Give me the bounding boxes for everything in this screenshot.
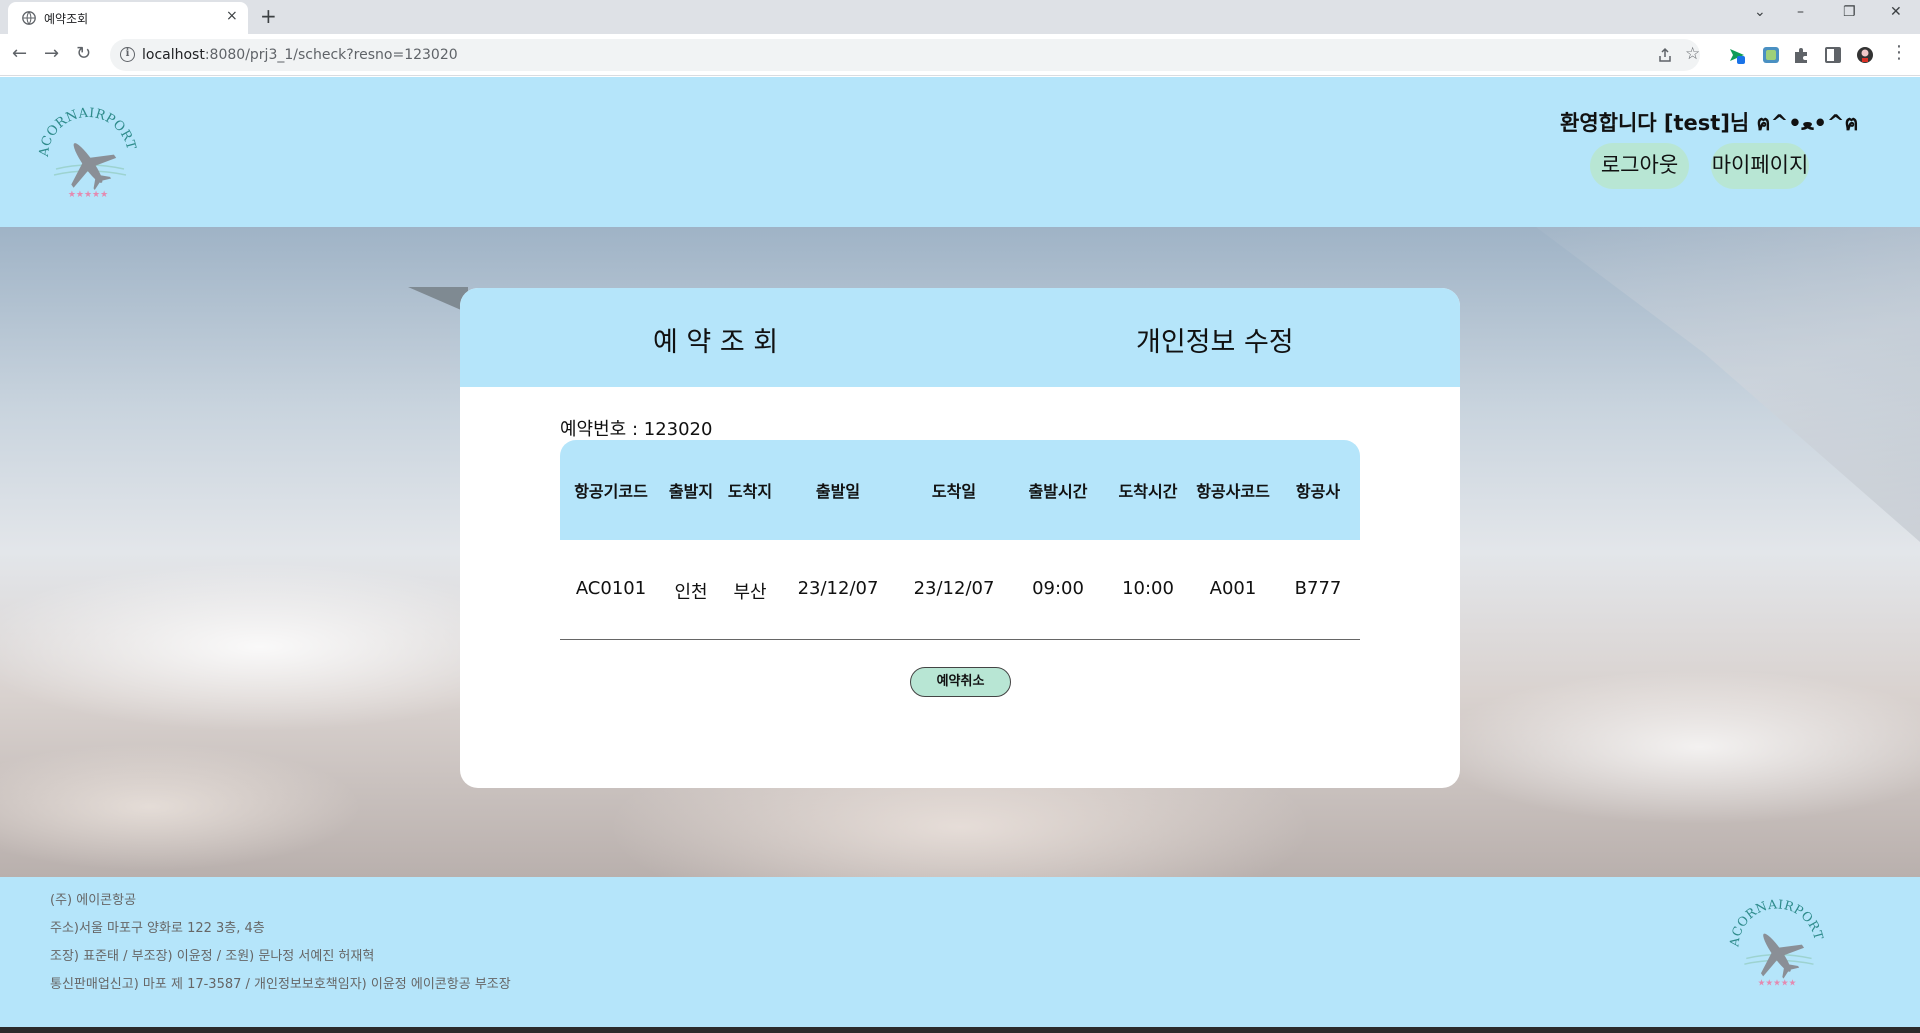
svg-text:ACORNAIRPORT: ACORNAIRPORT [1727, 897, 1827, 948]
send-extension-icon[interactable] [1728, 46, 1746, 64]
column-header: 항공사코드 [1196, 482, 1270, 501]
footer-members: 조장) 표준태 / 부조장) 이윤정 / 조원) 문나정 서예진 허재혁 [50, 949, 375, 964]
menu-kebab-icon[interactable]: ⋮ [1890, 42, 1908, 63]
cancel-reservation-button[interactable]: 예약취소 [910, 667, 1011, 697]
browser-tab-bar: 예약조회 × + ⌄ – ❐ ✕ [0, 0, 1920, 34]
column-header: 출발일 [815, 482, 861, 501]
cell-aircraft-code: AC0101 [575, 578, 647, 599]
profile-avatar-icon[interactable] [1856, 46, 1874, 64]
tab-profile-edit[interactable]: 개인정보 수정 [1136, 320, 1294, 359]
cell-departure-time: 09:00 [1032, 578, 1084, 599]
url-text[interactable]: localhost:8080/prj3_1/scheck?resno=12302… [142, 47, 458, 63]
url-path: :8080/prj3_1/scheck?resno=123020 [204, 47, 458, 63]
footer-address: 주소)서울 마포구 양화로 122 3층, 4층 [50, 921, 265, 936]
site-footer: (주) 에이콘항공 주소)서울 마포구 양화로 122 3층, 4층 조장) 표… [0, 877, 1920, 1027]
browser-tab[interactable]: 예약조회 × [8, 2, 248, 34]
cell-airline: B777 [1294, 578, 1342, 599]
footer-company: (주) 에이콘항공 [50, 893, 137, 908]
cell-arrival: 부산 [733, 582, 767, 603]
reload-icon[interactable]: ↻ [76, 43, 91, 64]
close-tab-icon[interactable]: × [226, 8, 238, 24]
translate-extension-icon[interactable] [1762, 46, 1780, 64]
cell-departure-date: 23/12/07 [797, 578, 879, 599]
column-header: 도착일 [931, 482, 977, 501]
tab-reservation-check[interactable]: 예 약 조 회 [653, 320, 778, 359]
table-header: 항공기코드 출발지 도착지 출발일 도착일 출발시간 도착시간 항공사코드 항공… [560, 440, 1360, 540]
side-panel-icon[interactable] [1824, 46, 1842, 64]
bookmark-star-icon[interactable]: ☆ [1685, 44, 1700, 64]
table-divider [560, 639, 1360, 640]
column-header: 출발지 [668, 482, 714, 501]
url-host: localhost [142, 47, 205, 63]
airplane-wing-left [408, 287, 468, 313]
cell-arrival-date: 23/12/07 [913, 578, 995, 599]
column-header: 도착시간 [1118, 482, 1178, 501]
forward-arrow-icon[interactable]: → [44, 43, 59, 64]
address-bar[interactable]: i localhost:8080/prj3_1/scheck?resno=123… [110, 39, 1700, 71]
reservation-card: 예 약 조 회 개인정보 수정 예약번호 : 123020 항공기코드 출발지 … [460, 288, 1460, 788]
cell-airline-code: A001 [1209, 578, 1257, 599]
footer-logo: ACORNAIRPORT ★★★★★ [1727, 897, 1827, 988]
mypage-button[interactable]: 마이페이지 [1711, 143, 1809, 189]
reservation-number: 예약번호 : 123020 [560, 419, 713, 440]
logo-text: ACORNAIRPORT [37, 106, 138, 159]
svg-text:★★★★★: ★★★★★ [1758, 978, 1797, 988]
restore-button[interactable]: ❐ [1843, 4, 1856, 20]
svg-text:★★★★★: ★★★★★ [68, 190, 108, 200]
globe-icon [22, 11, 36, 25]
footer-logo-text: ACORNAIRPORT [1727, 897, 1826, 948]
back-arrow-icon[interactable]: ← [12, 43, 27, 64]
column-header: 항공기코드 [574, 482, 648, 501]
cell-arrival-time: 10:00 [1122, 578, 1174, 599]
window-bottom-edge [0, 1027, 1920, 1033]
minimize-button[interactable]: – [1797, 4, 1804, 20]
site-header: ACORNAIRPORT ★★★★★ 환영합니다 [test]님 ฅ^•ﻌ•^ฅ… [0, 77, 1920, 227]
close-window-button[interactable]: ✕ [1890, 4, 1902, 20]
airplane-wing-right [1536, 227, 1920, 542]
new-tab-button[interactable]: + [260, 4, 277, 28]
puzzle-extensions-icon[interactable] [1792, 46, 1810, 64]
footer-registration: 통신판매업신고) 마포 제 17-3587 / 개인정보보호책임자) 이윤정 에… [50, 977, 511, 992]
column-header: 출발시간 [1028, 482, 1088, 501]
column-header: 도착지 [727, 482, 773, 501]
card-tab-bar: 예 약 조 회 개인정보 수정 [460, 288, 1460, 387]
acorn-airport-logo[interactable]: ACORNAIRPORT ★★★★★ [36, 105, 140, 205]
svg-text:ACORNAIRPORT: ACORNAIRPORT [37, 106, 139, 159]
cell-departure: 인천 [674, 582, 708, 603]
browser-toolbar: ← → ↻ i localhost:8080/prj3_1/scheck?res… [0, 34, 1920, 76]
share-icon[interactable] [1657, 47, 1673, 63]
tab-title: 예약조회 [44, 12, 89, 26]
info-icon[interactable]: i [120, 47, 135, 62]
welcome-message: 환영합니다 [test]님 ฅ^•ﻌ•^ฅ [1560, 111, 1859, 135]
logout-button[interactable]: 로그아웃 [1590, 143, 1689, 189]
tab-search-icon[interactable]: ⌄ [1754, 4, 1766, 20]
column-header: 항공사 [1295, 482, 1341, 501]
